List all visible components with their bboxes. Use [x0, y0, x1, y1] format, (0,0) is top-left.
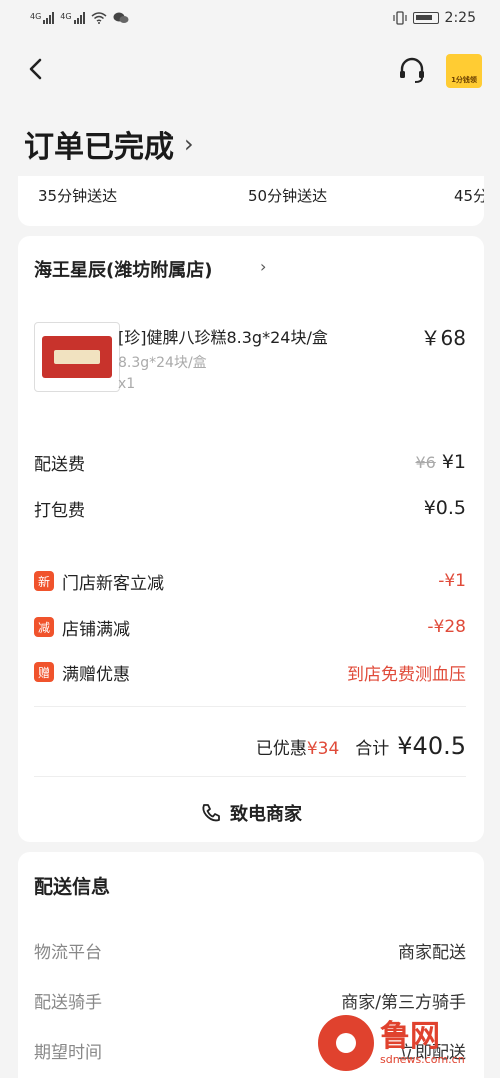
packing-fee-label: 打包费: [34, 500, 85, 521]
watermark-name: 鲁网: [380, 1018, 440, 1054]
status-time: 2:25: [444, 10, 476, 26]
discount-row: 减 店铺满减 -¥28: [34, 614, 466, 640]
phone-icon: [202, 804, 220, 822]
coupon-icon[interactable]: 1分钱领: [446, 54, 482, 88]
signal-icon: [43, 12, 55, 24]
discount-row: 新 门店新客立减 -¥1: [34, 568, 466, 594]
discount-value: 到店免费测血压: [347, 664, 466, 685]
order-card: 海王星辰(潍坊附属店) › [珍]健脾八珍糕8.3g*24块/盒 8.3g*24…: [18, 236, 484, 842]
delivery-info-title: 配送信息: [34, 876, 111, 898]
status-bar: 4G 4G 2:25: [0, 0, 500, 36]
product-price: ￥68: [420, 326, 466, 350]
delivery-info-value: 商家配送: [398, 943, 466, 963]
delivery-time-option[interactable]: 35分钟送达: [38, 185, 117, 206]
watermark-logo-icon: [318, 1015, 374, 1071]
wifi-icon: [91, 12, 107, 24]
watermark-text: 鲁网 sdnews.com.cn: [380, 1018, 465, 1066]
order-total-row: 已优惠 ¥34 合计 ¥40.5: [256, 732, 466, 760]
coupon-label: 1分钱领: [451, 76, 477, 84]
delivery-info-key: 物流平台: [34, 943, 102, 963]
delivery-fee-original: ¥6: [415, 453, 436, 472]
delivery-fee-row: 配送费 ¥6 ¥1: [34, 449, 466, 475]
network-label-2: 4G: [60, 12, 72, 21]
page-title: 订单已完成: [24, 130, 174, 165]
packing-fee-price: ¥0.5: [423, 497, 466, 519]
product-quantity: x1: [118, 376, 136, 392]
divider: [34, 706, 466, 707]
delivery-fee-price: ¥1: [441, 451, 466, 473]
shop-name[interactable]: 海王星辰(潍坊附属店): [34, 256, 212, 282]
order-status-header[interactable]: 订单已完成 ›: [24, 122, 194, 166]
call-merchant-label: 致电商家: [230, 804, 302, 825]
packing-fee-row: 打包费 ¥0.5: [34, 495, 466, 521]
status-left: 4G 4G: [30, 12, 129, 24]
headset-icon[interactable]: [398, 56, 426, 84]
discount-value: -¥28: [427, 617, 466, 637]
reduction-badge-icon: 减: [34, 617, 54, 637]
discount-label: 门店新客立减: [62, 573, 164, 594]
delivery-info-key: 期望时间: [34, 1043, 102, 1063]
battery-icon: [412, 12, 439, 24]
chevron-right-icon: ›: [184, 130, 194, 158]
back-arrow-icon[interactable]: [22, 54, 52, 84]
watermark: 鲁网 sdnews.com.cn: [318, 1010, 498, 1076]
saved-value: ¥34: [306, 739, 340, 759]
wechat-icon: [113, 12, 129, 23]
discount-value: -¥1: [438, 571, 466, 591]
total-value: ¥40.5: [397, 732, 466, 760]
delivery-fee-label: 配送费: [34, 454, 85, 475]
product-spec: 8.3g*24块/盒: [118, 355, 207, 371]
signal-icon: [73, 12, 85, 24]
discount-row: 赠 满赠优惠 到店免费测血压: [34, 659, 466, 685]
status-right: 2:25: [392, 10, 476, 26]
discount-label: 满赠优惠: [62, 664, 130, 685]
new-customer-badge-icon: 新: [34, 571, 54, 591]
total-label: 合计: [355, 739, 390, 759]
gift-badge-icon: 赠: [34, 662, 54, 682]
saved-label: 已优惠: [255, 739, 307, 759]
watermark-url: sdnews.com.cn: [380, 1052, 465, 1066]
divider: [34, 776, 466, 777]
nav-bar: 1分钱领: [0, 44, 500, 94]
delivery-fee-values: ¥6 ¥1: [415, 451, 466, 473]
discount-label: 店铺满减: [62, 619, 130, 640]
product-name[interactable]: [珍]健脾八珍糕8.3g*24块/盒: [118, 324, 328, 348]
call-merchant-button[interactable]: 致电商家: [18, 800, 484, 826]
product-image[interactable]: [34, 322, 120, 392]
delivery-times-strip[interactable]: 35分钟送达 50分钟送达 45分: [18, 176, 484, 226]
delivery-info-row: 物流平台 商家配送: [34, 938, 466, 964]
delivery-time-option[interactable]: 45分: [454, 185, 484, 206]
delivery-time-option[interactable]: 50分钟送达: [248, 185, 327, 206]
delivery-info-key: 配送骑手: [34, 993, 102, 1013]
network-label-1: 4G: [30, 12, 42, 21]
vibrate-icon: [392, 11, 407, 25]
chevron-right-icon[interactable]: ›: [260, 257, 266, 276]
